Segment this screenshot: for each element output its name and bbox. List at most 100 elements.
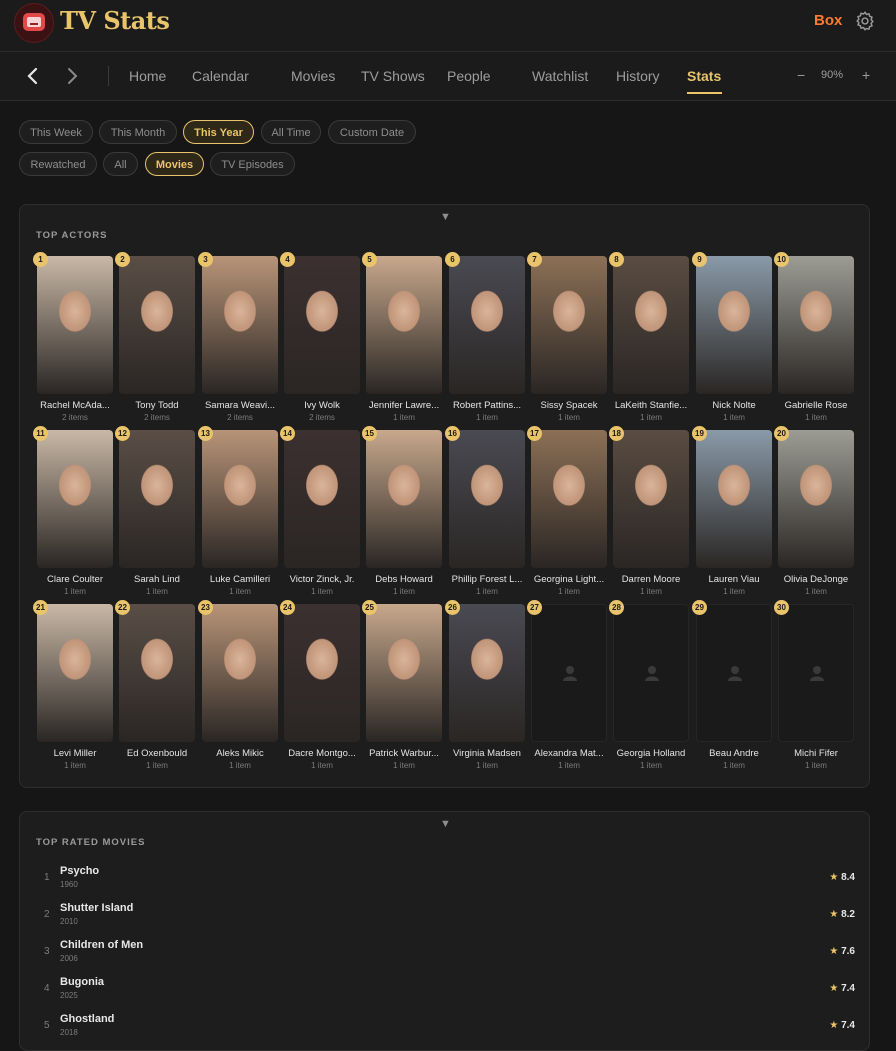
movie-year: 2010 xyxy=(60,917,78,926)
nav-history[interactable]: History xyxy=(616,68,660,84)
filter-rewatched[interactable]: Rewatched xyxy=(19,152,97,176)
actor-name: Georgina Light... xyxy=(533,574,605,585)
actor-name: Michi Fifer xyxy=(794,748,838,759)
filter-movies[interactable]: Movies xyxy=(145,152,204,176)
actor-item-count: 1 item xyxy=(805,761,827,770)
triangle-down-icon[interactable]: ▼ xyxy=(440,818,451,830)
actor-card[interactable]: 29 Beau Andre 1 item xyxy=(692,600,772,774)
rank-badge: 9 xyxy=(692,252,707,267)
zoom-in-button[interactable]: + xyxy=(862,67,870,83)
nav-movies[interactable]: Movies xyxy=(291,68,335,84)
actor-item-count: 2 items xyxy=(309,413,335,422)
person-placeholder-icon xyxy=(728,666,742,681)
actor-card[interactable]: 6 Robert Pattins... 1 item xyxy=(445,252,525,426)
actor-card[interactable]: 27 Alexandra Mat... 1 item xyxy=(527,600,607,774)
filter-tv-episodes[interactable]: TV Episodes xyxy=(210,152,295,176)
app-logo-icon[interactable] xyxy=(14,3,54,43)
filter-all[interactable]: All xyxy=(103,152,138,176)
actor-card[interactable]: 16 Phillip Forest L... 1 item xyxy=(445,426,525,600)
actor-card[interactable]: 10 Gabrielle Rose 1 item xyxy=(774,252,854,426)
actor-card[interactable]: 18 Darren Moore 1 item xyxy=(609,426,689,600)
actor-photo xyxy=(366,256,442,394)
chevron-right-icon[interactable] xyxy=(62,66,82,86)
nav-home[interactable]: Home xyxy=(129,68,166,84)
zoom-out-button[interactable]: − xyxy=(797,67,805,83)
actor-item-count: 1 item xyxy=(393,413,415,422)
movie-title: Psycho xyxy=(60,865,100,877)
actor-card[interactable]: 15 Debs Howard 1 item xyxy=(362,426,442,600)
actor-card[interactable]: 7 Sissy Spacek 1 item xyxy=(527,252,607,426)
rank-badge: 6 xyxy=(445,252,460,267)
filter-all-time[interactable]: All Time xyxy=(261,120,321,144)
actor-card[interactable]: 19 Lauren Viau 1 item xyxy=(692,426,772,600)
rank-badge: 8 xyxy=(609,252,624,267)
filter-this-month[interactable]: This Month xyxy=(99,120,177,144)
movie-row[interactable]: 4 Bugonia 2025 ★ 7.4 xyxy=(20,974,871,1008)
top-actors-heading: TOP ACTORS xyxy=(36,230,108,241)
movie-row[interactable]: 1 Psycho 1960 ★ 8.4 xyxy=(20,863,871,897)
person-placeholder-icon xyxy=(810,666,824,681)
actor-name: Phillip Forest L... xyxy=(451,574,523,585)
actor-item-count: 2 items xyxy=(227,413,253,422)
actor-photo xyxy=(37,604,113,742)
movie-row[interactable]: 5 Ghostland 2018 ★ 7.4 xyxy=(20,1011,871,1045)
movie-row[interactable]: 2 Shutter Island 2010 ★ 8.2 xyxy=(20,900,871,934)
nav-tv-shows[interactable]: TV Shows xyxy=(361,68,425,84)
movie-year: 1960 xyxy=(60,880,78,889)
actor-card[interactable]: 25 Patrick Warbur... 1 item xyxy=(362,600,442,774)
chevron-left-icon[interactable] xyxy=(23,66,43,86)
nav-watchlist[interactable]: Watchlist xyxy=(532,68,588,84)
filter-custom-date[interactable]: Custom Date xyxy=(328,120,416,144)
movie-row[interactable]: 3 Children of Men 2006 ★ 7.6 xyxy=(20,937,871,971)
filter-this-year[interactable]: This Year xyxy=(183,120,254,144)
actor-item-count: 1 item xyxy=(393,587,415,596)
star-icon: ★ xyxy=(829,1020,842,1031)
actor-card[interactable]: 28 Georgia Holland 1 item xyxy=(609,600,689,774)
actor-card[interactable]: 12 Sarah Lind 1 item xyxy=(115,426,195,600)
actor-name: Ed Oxenbould xyxy=(126,748,188,759)
actor-item-count: 1 item xyxy=(393,761,415,770)
actor-name: Alexandra Mat... xyxy=(534,748,604,759)
actor-card[interactable]: 11 Clare Coulter 1 item xyxy=(33,426,113,600)
filter-this-week[interactable]: This Week xyxy=(19,120,93,144)
actor-card[interactable]: 21 Levi Miller 1 item xyxy=(33,600,113,774)
rank-badge: 10 xyxy=(774,252,789,267)
actor-card[interactable]: 17 Georgina Light... 1 item xyxy=(527,426,607,600)
nav-active-indicator xyxy=(687,92,722,94)
actor-card[interactable]: 26 Virginia Madsen 1 item xyxy=(445,600,525,774)
gear-icon[interactable] xyxy=(854,10,876,32)
actor-card[interactable]: 24 Dacre Montgo... 1 item xyxy=(280,600,360,774)
actor-name: LaKeith Stanfie... xyxy=(614,400,688,411)
rank-badge: 18 xyxy=(609,426,624,441)
actor-card[interactable]: 23 Aleks Mikic 1 item xyxy=(198,600,278,774)
nav-stats[interactable]: Stats xyxy=(687,68,721,84)
actor-card[interactable]: 13 Luke Camilleri 1 item xyxy=(198,426,278,600)
actor-photo xyxy=(284,256,360,394)
actor-card[interactable]: 9 Nick Nolte 1 item xyxy=(692,252,772,426)
actor-card[interactable]: 5 Jennifer Lawre... 1 item xyxy=(362,252,442,426)
actor-card[interactable]: 20 Olivia DeJonge 1 item xyxy=(774,426,854,600)
triangle-down-icon[interactable]: ▼ xyxy=(440,211,451,223)
actor-card[interactable]: 8 LaKeith Stanfie... 1 item xyxy=(609,252,689,426)
actor-card[interactable]: 4 Ivy Wolk 2 items xyxy=(280,252,360,426)
actor-card[interactable]: 14 Victor Zinck, Jr. 1 item xyxy=(280,426,360,600)
actor-name: Debs Howard xyxy=(375,574,433,585)
actor-card[interactable]: 2 Tony Todd 2 items xyxy=(115,252,195,426)
actor-item-count: 1 item xyxy=(558,761,580,770)
actor-card[interactable]: 1 Rachel McAda... 2 items xyxy=(33,252,113,426)
nav-people[interactable]: People xyxy=(447,68,491,84)
nav-calendar[interactable]: Calendar xyxy=(192,68,249,84)
actor-name: Tony Todd xyxy=(135,400,179,411)
actor-name: Virginia Madsen xyxy=(453,748,521,759)
actor-photo xyxy=(531,430,607,568)
actor-card[interactable]: 22 Ed Oxenbould 1 item xyxy=(115,600,195,774)
rank-badge: 7 xyxy=(527,252,542,267)
user-name[interactable]: Box xyxy=(814,12,842,29)
actor-card[interactable]: 3 Samara Weavi... 2 items xyxy=(198,252,278,426)
actor-photo xyxy=(119,430,195,568)
actor-card[interactable]: 30 Michi Fifer 1 item xyxy=(774,600,854,774)
rank-badge: 17 xyxy=(527,426,542,441)
actor-name: Samara Weavi... xyxy=(204,400,276,411)
actor-item-count: 1 item xyxy=(311,587,333,596)
movie-rank: 3 xyxy=(44,946,50,957)
